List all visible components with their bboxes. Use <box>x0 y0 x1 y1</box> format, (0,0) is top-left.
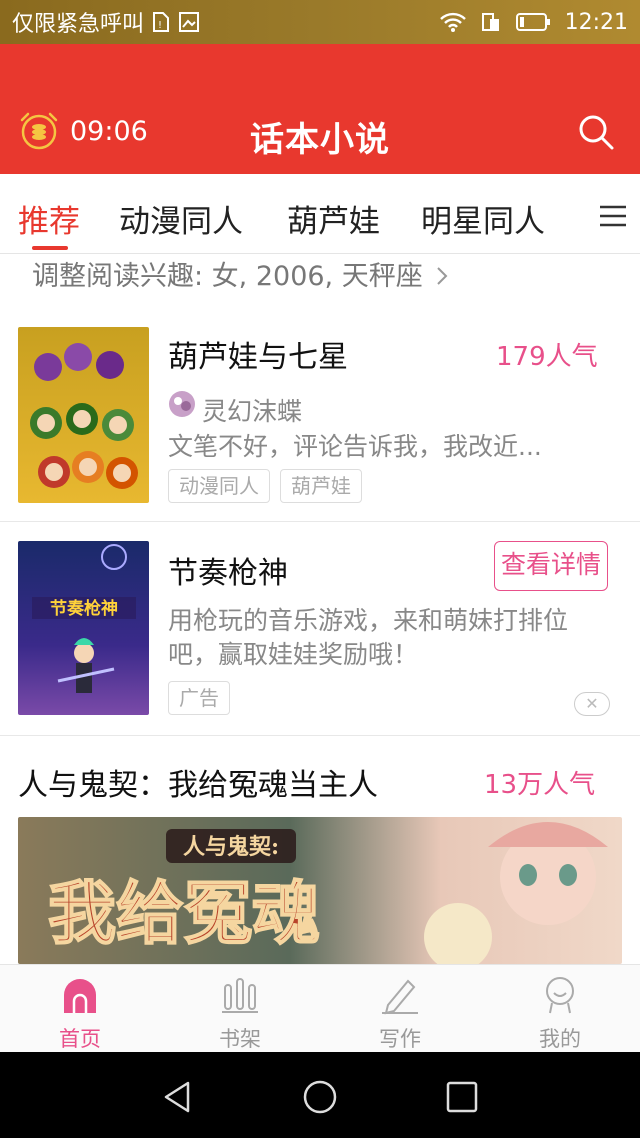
book-popularity: 13万人气 <box>484 770 596 800</box>
book-description: 文笔不好，评论告诉我，我改近... <box>168 432 542 461</box>
tab-celebrity-fanfic[interactable]: 明星同人 <box>421 196 545 241</box>
book-popularity: 179人气 <box>496 342 598 372</box>
chevron-right-icon <box>437 267 448 285</box>
book-title: 人与鬼契：我给冤魂当主人 <box>18 768 378 803</box>
tabs-menu-icon[interactable] <box>598 204 628 228</box>
tab-calabash-brothers[interactable]: 葫芦娃 <box>287 196 380 241</box>
book-cover <box>18 327 149 503</box>
pencil-icon <box>382 979 418 1015</box>
author-avatar <box>169 391 195 417</box>
tab-active-indicator <box>32 246 68 250</box>
home-icon <box>64 979 96 1013</box>
nav-label: 首页 <box>59 1027 101 1051</box>
nav-profile[interactable]: 我的 <box>480 965 640 1053</box>
page-title: 话本小说 <box>250 120 390 160</box>
book-title: 葫芦娃与七星 <box>168 340 348 375</box>
battery-icon <box>515 13 550 31</box>
nav-bookshelf[interactable]: 书架 <box>160 965 320 1053</box>
svg-text:!: ! <box>158 20 162 31</box>
adjust-interest-link[interactable]: 调整阅读兴趣: 女, 2006, 天秤座 <box>32 254 449 293</box>
ad-title: 节奏枪神 <box>168 556 288 591</box>
nav-label: 书架 <box>219 1027 261 1051</box>
bottom-navigation: 首页 书架 写作 我的 <box>0 964 640 1052</box>
nav-label: 写作 <box>379 1027 421 1051</box>
profile-icon <box>546 977 574 1014</box>
interest-text: 调整阅读兴趣: 女, 2006, 天秤座 <box>32 261 423 292</box>
book-tag[interactable]: 葫芦娃 <box>280 469 362 503</box>
sim-warning-icon: ! <box>153 12 170 32</box>
tab-recommend[interactable]: 推荐 <box>18 196 80 241</box>
book-author[interactable]: 灵幻沫蝶 <box>202 392 302 428</box>
ad-cover-title: 节奏枪神 <box>50 598 118 619</box>
banner-title: 我给冤魂 <box>48 874 320 954</box>
divider <box>0 521 640 522</box>
back-icon[interactable] <box>160 1079 196 1115</box>
book-banner: 人与鬼契: 我给冤魂 <box>18 817 622 964</box>
close-icon: ✕ <box>585 694 599 713</box>
divider <box>0 735 640 736</box>
recent-apps-icon[interactable] <box>444 1079 480 1115</box>
category-tabs: 推荐 动漫同人 葫芦娃 明星同人 <box>0 174 640 254</box>
nav-write[interactable]: 写作 <box>320 965 480 1053</box>
view-details-button[interactable]: 查看详情 <box>494 541 608 591</box>
nav-label: 我的 <box>539 1027 581 1051</box>
status-time: 12:21 <box>564 9 628 35</box>
banner-subtitle: 人与鬼契: <box>183 834 279 860</box>
app-header: 09:06 话本小说 <box>0 44 640 174</box>
home-button-icon[interactable] <box>302 1079 338 1115</box>
wifi-icon <box>439 12 466 32</box>
bookshelf-icon <box>222 978 258 1013</box>
data-transfer-icon <box>481 13 499 31</box>
book-tag[interactable]: 动漫同人 <box>168 469 270 503</box>
image-notification-icon <box>179 12 200 32</box>
tab-anime-fanfic[interactable]: 动漫同人 <box>119 196 243 241</box>
ad-description: 用枪玩的音乐游戏，来和萌妹打排位吧，赢取娃娃奖励哦！ <box>168 606 569 669</box>
status-bar: 仅限紧急呼叫 ! 12:21 <box>0 0 640 44</box>
search-icon[interactable] <box>576 112 616 152</box>
carrier-text: 仅限紧急呼叫 <box>12 12 145 37</box>
nav-home[interactable]: 首页 <box>0 965 160 1053</box>
close-ad-button[interactable]: ✕ <box>574 692 610 716</box>
ad-tag: 广告 <box>168 681 230 715</box>
system-navigation-bar <box>0 1052 640 1138</box>
ad-cover: 节奏枪神 <box>18 541 149 715</box>
